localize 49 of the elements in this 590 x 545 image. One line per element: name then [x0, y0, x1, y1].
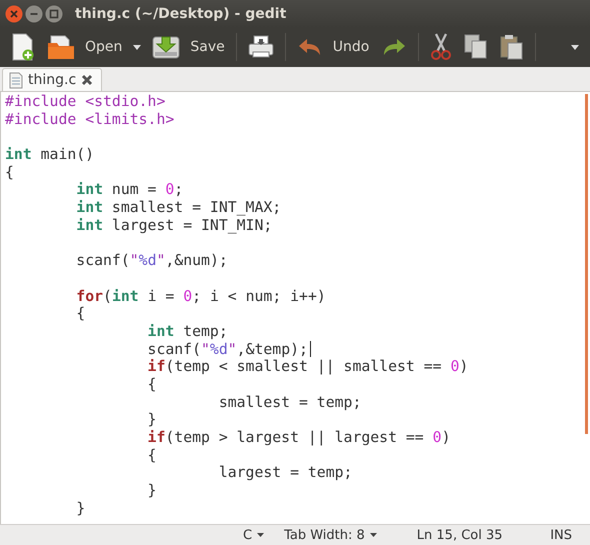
- code-line: int num = 0;: [75, 181, 184, 200]
- copy-icon: [464, 34, 488, 60]
- caret-icon: [370, 533, 377, 537]
- tab-width-dropdown[interactable]: Tab Width: 8: [284, 528, 377, 542]
- code-line: }: [75, 500, 86, 518]
- clipboard-icon: [500, 34, 524, 60]
- code-line: scanf("%d",&temp);: [146, 340, 308, 358]
- code-line: for(int i = 0; i < num; i++): [75, 288, 326, 306]
- code-line: scanf("%d",&num);: [75, 252, 228, 270]
- new-document-icon: [11, 33, 35, 61]
- code-line: {: [75, 305, 86, 323]
- code-line: {: [146, 376, 156, 394]
- close-icon[interactable]: [81, 74, 94, 86]
- code-line: {: [146, 446, 156, 464]
- caret-icon: [257, 533, 264, 537]
- code-line: }: [146, 482, 156, 500]
- undo-button[interactable]: Undo: [292, 30, 374, 64]
- save-button[interactable]: Save: [147, 30, 230, 64]
- text-file-icon: [9, 72, 23, 88]
- window-title: thing.c (~/Desktop) - gedit: [75, 6, 286, 22]
- language-dropdown[interactable]: C: [243, 528, 264, 542]
- open-button[interactable]: Open: [42, 30, 128, 64]
- undo-arrow-icon: [296, 37, 323, 57]
- printer-icon: [248, 35, 274, 59]
- code-line: int largest = INT_MIN;: [75, 216, 272, 235]
- redo-arrow-icon: [381, 37, 408, 57]
- caret-icon: [133, 44, 142, 50]
- save-icon: [152, 34, 180, 60]
- code-line: if(temp > largest || largest == 0): [146, 429, 450, 447]
- caret-icon: [571, 44, 579, 50]
- scrollbar-thumb[interactable]: [585, 94, 588, 434]
- code-line: {: [5, 164, 14, 182]
- cursor-position: Ln 15, Col 35: [416, 528, 503, 542]
- insert-mode: INS: [550, 528, 572, 542]
- document-tab[interactable]: thing.c: [2, 68, 102, 91]
- code-line: int temp;: [146, 322, 228, 341]
- code-line: #include <stdio.h>: [5, 93, 166, 111]
- scissors-icon: [430, 33, 452, 61]
- code-line: int main(): [5, 146, 94, 164]
- code-line: largest = temp;: [218, 464, 352, 482]
- minimize-button[interactable]: [25, 4, 43, 22]
- code-line: if(temp < smallest || smallest == 0): [146, 358, 468, 376]
- code-line: smallest = temp;: [218, 394, 362, 412]
- code-line: int smallest = INT_MAX;: [75, 199, 282, 217]
- maximize-button[interactable]: [45, 4, 63, 22]
- code-line: }: [146, 411, 156, 430]
- code-line: #include <limits.h>: [5, 110, 174, 128]
- folder-icon: [47, 34, 75, 60]
- close-button[interactable]: [5, 4, 23, 22]
